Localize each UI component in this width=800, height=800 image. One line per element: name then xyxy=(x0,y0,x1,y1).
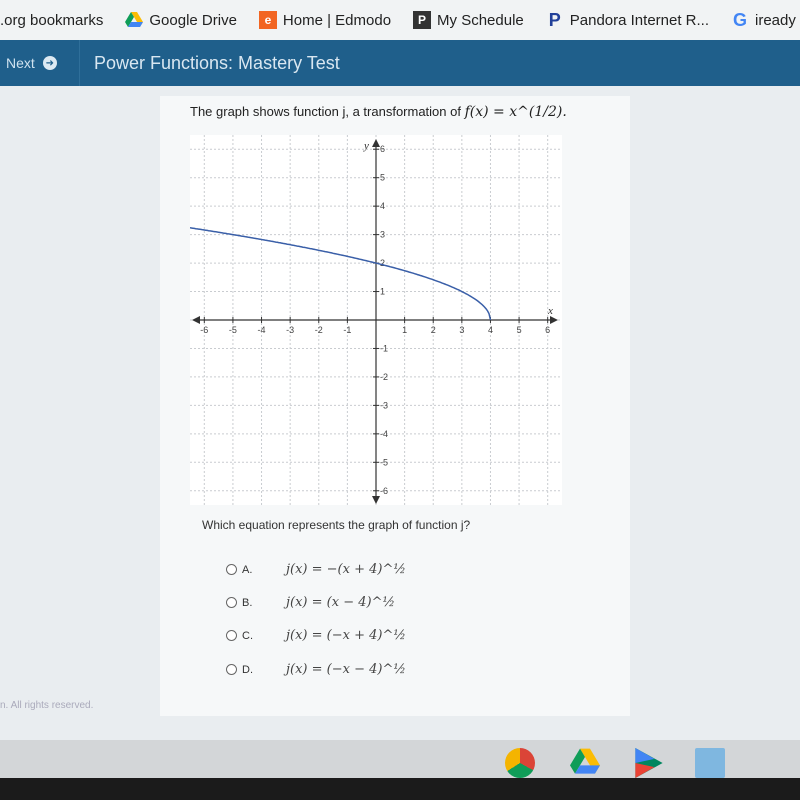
test-header: Next ➜ Power Functions: Mastery Test xyxy=(0,40,800,86)
x-tick-label: -3 xyxy=(286,325,294,335)
arrow-right-icon: ➜ xyxy=(42,56,57,70)
option-equation: j(x) = (−x − 4)^½ xyxy=(286,662,406,677)
bookmark-label: .org bookmarks xyxy=(0,11,104,29)
option-equation: j(x) = (x − 4)^½ xyxy=(286,595,396,610)
edmodo-icon: e xyxy=(258,11,277,29)
bookmark-label: Pandora Internet R... xyxy=(569,11,710,29)
question-text: Which equation represents the graph of f… xyxy=(202,518,471,532)
y-axis-label: y xyxy=(363,140,369,152)
play-store-icon[interactable] xyxy=(635,748,665,778)
bookmark-edmodo[interactable]: e Home | Edmodo xyxy=(258,11,392,29)
option-equation: j(x) = (−x + 4)^½ xyxy=(286,628,406,643)
option-c[interactable]: C. j(x) = (−x + 4)^½ xyxy=(226,628,406,643)
x-tick-label: 2 xyxy=(431,325,436,335)
bookmark-label: iready - Go xyxy=(755,11,800,29)
radio-button[interactable] xyxy=(226,664,237,675)
x-tick-label: -6 xyxy=(200,325,208,335)
option-a[interactable]: A. j(x) = −(x + 4)^½ xyxy=(226,562,406,577)
x-tick-label: -5 xyxy=(229,325,237,335)
chrome-icon[interactable] xyxy=(505,748,535,778)
next-button[interactable]: Next ➜ xyxy=(0,40,80,86)
next-label: Next xyxy=(6,55,35,71)
pandora-icon: P xyxy=(548,9,561,30)
test-title: Power Functions: Mastery Test xyxy=(94,52,340,73)
option-equation: j(x) = −(x + 4)^½ xyxy=(286,562,406,577)
option-d[interactable]: D. j(x) = (−x − 4)^½ xyxy=(226,662,406,677)
y-tick-label: 5 xyxy=(380,173,385,183)
y-tick-label: 3 xyxy=(380,230,385,240)
bookmark-label: Home | Edmodo xyxy=(282,11,392,29)
question-prompt: The graph shows function j, a transforma… xyxy=(190,104,567,120)
y-tick-label: 6 xyxy=(380,144,385,154)
x-tick-label: -1 xyxy=(343,325,351,335)
option-label: A. xyxy=(242,563,253,576)
bookmarks-bar: .org bookmarks Google Drive e Home | Edm… xyxy=(0,0,800,40)
bookmark-label: My Schedule xyxy=(437,11,524,29)
bookmark-my-schedule[interactable]: P My Schedule xyxy=(413,11,524,29)
y-tick-label: -4 xyxy=(380,429,388,439)
option-b[interactable]: B. j(x) = (x − 4)^½ xyxy=(226,595,395,610)
option-label: D. xyxy=(242,663,253,676)
x-tick-label: 4 xyxy=(488,325,493,335)
x-tick-label: 1 xyxy=(402,325,407,335)
bookmark-iready[interactable]: G iready - Go xyxy=(731,9,800,30)
x-axis-label: x xyxy=(547,305,553,317)
y-tick-label: 2 xyxy=(380,258,385,268)
bookmark-org[interactable]: .org bookmarks xyxy=(0,12,103,29)
option-label: C. xyxy=(242,629,253,642)
y-tick-label: -3 xyxy=(380,400,388,410)
google-drive-icon[interactable] xyxy=(570,748,600,778)
prompt-text: The graph shows function j, a transforma… xyxy=(190,104,461,119)
x-tick-label: 6 xyxy=(545,325,550,335)
bookmark-label: Google Drive xyxy=(149,11,237,29)
taskbar xyxy=(0,740,800,800)
google-drive-icon xyxy=(125,11,144,29)
bookmark-google-drive[interactable]: Google Drive xyxy=(125,11,237,29)
radio-button[interactable] xyxy=(226,564,237,575)
y-tick-label: -6 xyxy=(380,486,388,496)
y-tick-label: -5 xyxy=(380,457,388,467)
bookmark-pandora[interactable]: P Pandora Internet R... xyxy=(546,9,710,30)
function-graph: x y -6 -5 -4 -3 -2 -1 1 2 3 4 5 6 -6 -5 -4 -3 -2 -1 1 2 3 4 5 6 xyxy=(190,135,562,505)
shelf xyxy=(0,740,800,778)
x-tick-label: -2 xyxy=(315,325,323,335)
prompt-formula: f(x) = x^(1/2). xyxy=(464,104,567,120)
google-icon: G xyxy=(733,9,748,30)
y-tick-label: 1 xyxy=(380,287,385,297)
option-label: B. xyxy=(242,596,253,609)
x-tick-label: 3 xyxy=(459,325,464,335)
copyright-footer: n. All rights reserved. xyxy=(0,700,94,711)
app-icon[interactable] xyxy=(695,748,725,778)
radio-button[interactable] xyxy=(226,630,237,641)
y-tick-label: -1 xyxy=(380,343,388,353)
y-tick-label: -2 xyxy=(380,372,388,382)
x-tick-label: 5 xyxy=(517,325,522,335)
x-tick-label: -4 xyxy=(258,325,266,335)
radio-button[interactable] xyxy=(226,597,237,608)
schedule-icon: P xyxy=(413,11,432,29)
y-tick-label: 4 xyxy=(380,201,385,211)
